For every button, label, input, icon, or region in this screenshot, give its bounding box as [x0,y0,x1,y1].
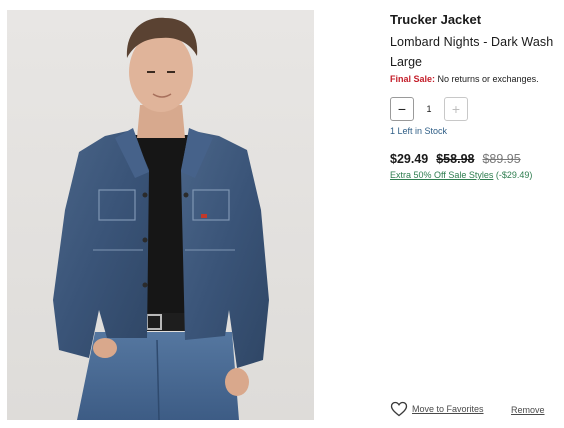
price-row: $29.49 $58.98 $89.95 [390,152,521,166]
favorites-label[interactable]: Move to Favorites [412,404,484,414]
promo-savings: (-$29.49) [493,170,533,180]
remove-button[interactable]: Remove [511,405,545,415]
quantity-value[interactable]: 1 [414,104,444,114]
product-photo [7,10,314,420]
product-color: Lombard Nights - Dark Wash [390,35,554,49]
discounted-price: $58.98 [436,152,475,166]
original-price: $89.95 [482,152,521,166]
product-image[interactable] [7,10,314,420]
quantity-increment-button[interactable]: + [444,96,468,121]
quantity-decrement-button[interactable]: − [390,96,414,121]
promo-link[interactable]: Extra 50% Off Sale Styles [390,170,493,180]
heart-icon [390,401,408,417]
final-sale-text: No returns or exchanges. [435,74,539,84]
product-size: Large [390,55,422,69]
promo-line: Extra 50% Off Sale Styles (-$29.49) [390,170,532,180]
product-name[interactable]: Trucker Jacket [390,12,560,28]
move-to-favorites-button[interactable]: Move to Favorites [390,401,484,417]
final-sale-label: Final Sale: [390,74,436,84]
final-sale-notice: Final Sale: No returns or exchanges. [390,73,560,85]
quantity-stepper: − 1 + [390,96,468,121]
stock-note: 1 Left in Stock [390,126,448,136]
sale-price: $29.49 [390,152,429,166]
product-details: Trucker Jacket Lombard Nights - Dark Was… [390,12,560,180]
